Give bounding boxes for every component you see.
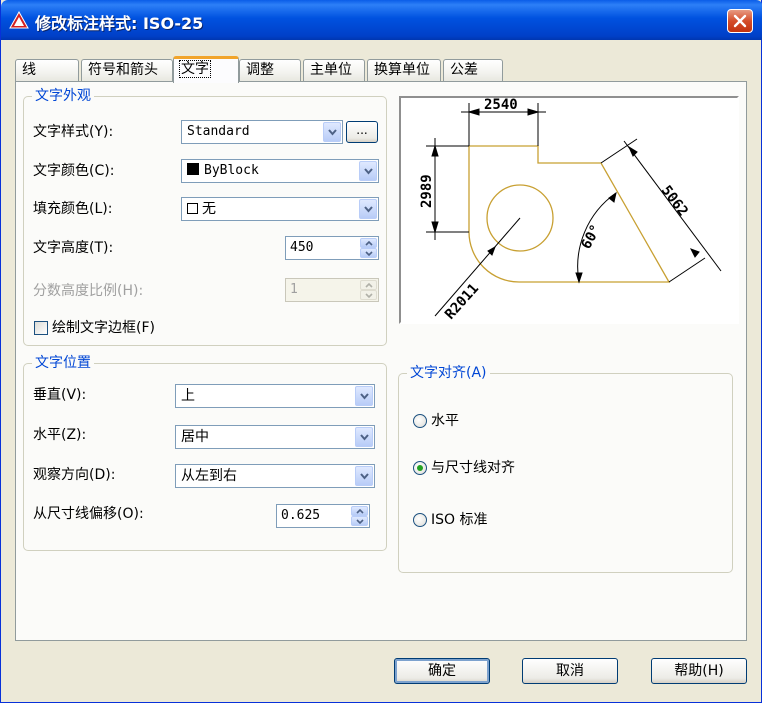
tab-symbols-arrows[interactable]: 符号和箭头 xyxy=(81,59,173,81)
align-horizontal-radio[interactable] xyxy=(413,414,427,428)
align-iso-radio[interactable] xyxy=(413,513,427,527)
spin-up-button[interactable] xyxy=(360,238,377,248)
align-iso-label[interactable]: ISO 标准 xyxy=(431,511,488,529)
fill-color-select[interactable]: 无 xyxy=(181,197,379,221)
horizontal-label: 水平(Z): xyxy=(33,427,87,443)
chevron-up-icon xyxy=(365,241,373,246)
tab-label: 符号和箭头 xyxy=(88,62,158,78)
spin-up-button[interactable] xyxy=(360,280,377,290)
tab-label: 公差 xyxy=(450,62,478,78)
spin-down-button[interactable] xyxy=(360,290,377,300)
dim-left-text: 2989 xyxy=(419,174,435,208)
align-with-dimline-label[interactable]: 与尺寸线对齐 xyxy=(431,459,515,477)
dropdown-button[interactable] xyxy=(355,427,373,447)
chevron-down-icon xyxy=(356,519,364,524)
color-swatch-icon xyxy=(187,163,199,175)
fraction-height-value: 1 xyxy=(290,282,298,297)
dropdown-button[interactable] xyxy=(359,199,377,219)
horizontal-value: 居中 xyxy=(181,429,209,445)
dropdown-button[interactable] xyxy=(359,161,377,181)
tab-label: 线 xyxy=(22,62,36,78)
autocad-app-icon xyxy=(9,11,29,29)
dropdown-button[interactable] xyxy=(323,122,341,142)
vertical-select[interactable]: 上 xyxy=(175,384,375,408)
vertical-value: 上 xyxy=(181,388,195,404)
tab-label: 主单位 xyxy=(310,62,352,78)
tab-alternate-units[interactable]: 换算单位 xyxy=(367,59,441,81)
preview-drawing: 2540 2989 5062 60° R2011 xyxy=(419,98,722,322)
text-color-label: 文字颜色(C): xyxy=(33,163,115,179)
offset-spinner[interactable]: 0.625 xyxy=(276,504,370,528)
tab-label: 调整 xyxy=(246,62,274,78)
fill-color-value: 无 xyxy=(202,201,216,217)
view-direction-label: 观察方向(D): xyxy=(33,467,116,483)
spin-down-button[interactable] xyxy=(351,516,368,526)
text-style-value: Standard xyxy=(187,124,250,139)
empty-swatch-icon xyxy=(187,203,198,214)
tab-fit[interactable]: 调整 xyxy=(239,59,301,81)
text-height-label: 文字高度(T): xyxy=(33,240,114,256)
dim-right-text: 5062 xyxy=(658,183,691,220)
tab-lines[interactable]: 线 xyxy=(15,59,79,81)
draw-frame-label[interactable]: 绘制文字边框(F) xyxy=(52,319,155,337)
chevron-down-icon xyxy=(360,473,369,480)
tab-label: 文字 xyxy=(179,60,211,78)
chevron-down-icon xyxy=(360,434,369,441)
fill-color-label: 填充颜色(L): xyxy=(33,201,113,217)
close-icon xyxy=(733,14,747,28)
dim-top-text: 2540 xyxy=(484,98,518,113)
text-style-select[interactable]: Standard xyxy=(181,120,343,144)
view-direction-value: 从左到右 xyxy=(181,468,237,484)
chevron-up-icon xyxy=(365,283,373,288)
chevron-down-icon xyxy=(365,251,373,256)
offset-value: 0.625 xyxy=(281,508,321,523)
chevron-down-icon xyxy=(364,206,373,213)
text-height-value: 450 xyxy=(290,240,314,255)
horizontal-select[interactable]: 居中 xyxy=(175,425,375,449)
cancel-button[interactable]: 取消 xyxy=(522,658,618,684)
help-button[interactable]: 帮助(H) xyxy=(651,658,747,684)
dialog-window: 修改标注样式: ISO-25 线 符号和箭头 文字 调整 主单位 换算单位 公差… xyxy=(0,0,762,703)
group-title: 文字对齐(A) xyxy=(407,365,490,381)
text-color-value: ByBlock xyxy=(204,163,259,178)
align-horizontal-label[interactable]: 水平 xyxy=(431,412,459,430)
text-style-browse-button[interactable]: ... xyxy=(346,121,378,143)
dropdown-button[interactable] xyxy=(355,386,373,406)
spin-up-button[interactable] xyxy=(351,506,368,516)
chevron-down-icon xyxy=(360,393,369,400)
view-direction-select[interactable]: 从左到右 xyxy=(175,464,375,488)
group-title: 文字外观 xyxy=(32,88,94,104)
chevron-down-icon xyxy=(364,168,373,175)
fraction-height-label: 分数高度比例(H): xyxy=(33,283,144,299)
radio-selected-dot xyxy=(417,465,423,471)
part-outline xyxy=(468,145,671,283)
fraction-height-spinner[interactable]: 1 xyxy=(285,278,379,302)
ok-button[interactable]: 确定 xyxy=(394,658,490,684)
offset-label: 从尺寸线偏移(O): xyxy=(33,506,144,522)
draw-frame-checkbox[interactable] xyxy=(34,321,48,335)
dropdown-button[interactable] xyxy=(355,466,373,486)
window-title: 修改标注样式: ISO-25 xyxy=(35,14,204,33)
text-height-spinner[interactable]: 450 xyxy=(285,236,379,260)
close-button[interactable] xyxy=(727,9,753,33)
text-color-select[interactable]: ByBlock xyxy=(181,159,379,183)
vertical-label: 垂直(V): xyxy=(33,387,87,403)
dimension-preview: 2540 2989 5062 60° R2011 xyxy=(399,96,739,324)
spin-down-button[interactable] xyxy=(360,248,377,258)
tab-text[interactable]: 文字 xyxy=(173,56,239,83)
dim-angle-text: 60° xyxy=(578,222,604,252)
title-bar[interactable]: 修改标注样式: ISO-25 xyxy=(1,0,762,40)
align-with-dimline-radio[interactable] xyxy=(413,461,427,475)
tab-tolerances[interactable]: 公差 xyxy=(443,59,503,81)
tab-label: 换算单位 xyxy=(374,62,430,78)
text-style-label: 文字样式(Y): xyxy=(33,124,114,140)
chevron-down-icon xyxy=(328,129,337,136)
tab-primary-units[interactable]: 主单位 xyxy=(303,59,365,81)
chevron-down-icon xyxy=(365,293,373,298)
group-title: 文字位置 xyxy=(32,355,94,371)
chevron-up-icon xyxy=(356,509,364,514)
